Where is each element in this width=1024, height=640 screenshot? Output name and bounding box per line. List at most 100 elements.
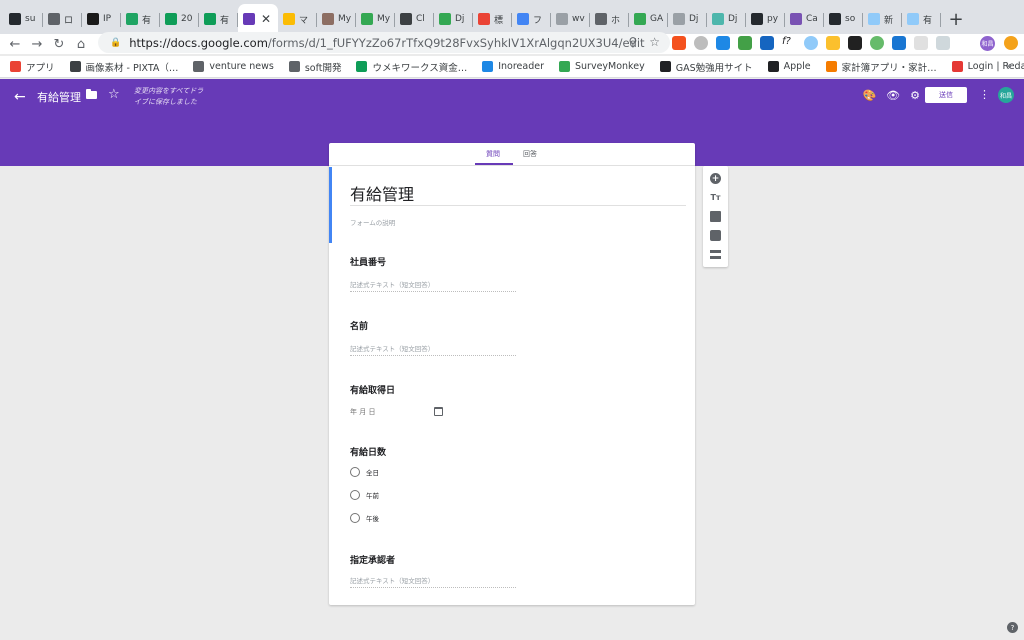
browser-tab[interactable]: Dj	[668, 4, 707, 34]
short-answer-field[interactable]: 記述式テキスト（短文回答）	[350, 343, 516, 356]
short-answer-field[interactable]: 記述式テキスト（短文回答）	[350, 279, 516, 292]
browser-tab[interactable]: 有	[902, 4, 941, 34]
question-name[interactable]: 名前 記述式テキスト（短文回答）	[350, 319, 516, 356]
bookmark-item[interactable]: SurveyMonkey	[558, 61, 645, 72]
browser-tab[interactable]: ✕	[238, 4, 278, 34]
browser-tab[interactable]: IP	[82, 4, 121, 34]
bookmark-label: 画像素材 - PIXTA（…	[85, 62, 179, 74]
settings-gear-icon[interactable]: ⚙	[910, 89, 920, 102]
question-leave-days[interactable]: 有給日数 全日 午前 午後	[350, 445, 386, 523]
browser-tab[interactable]: ホ	[590, 4, 629, 34]
extension-icon[interactable]	[914, 36, 928, 50]
browser-tab[interactable]: 有	[199, 4, 238, 34]
radio-button[interactable]	[350, 513, 360, 523]
browser-tab[interactable]: so	[824, 4, 863, 34]
browser-tab[interactable]: 20	[160, 4, 199, 34]
palette-icon[interactable]: 🎨	[862, 89, 876, 102]
send-button[interactable]: 送信	[925, 87, 967, 103]
close-tab-icon[interactable]: ✕	[261, 12, 271, 26]
date-field[interactable]: 年 月 日	[350, 407, 375, 417]
home-icon[interactable]: ⌂	[70, 37, 92, 52]
add-video-icon[interactable]	[710, 230, 721, 241]
back-icon[interactable]: ←	[4, 37, 26, 52]
browser-tab[interactable]: マ	[278, 4, 317, 34]
radio-option[interactable]: 午前	[350, 490, 379, 500]
tab-questions[interactable]: 質問	[486, 149, 500, 159]
preview-eye-icon[interactable]: 👁	[886, 89, 900, 102]
question-employee-number[interactable]: 社員番号 記述式テキスト（短文回答）	[350, 255, 516, 292]
question-leave-date[interactable]: 有給取得日 年 月 日	[350, 383, 443, 416]
extension-icon[interactable]	[760, 36, 774, 50]
extension-icon[interactable]	[672, 36, 686, 50]
bookmark-item[interactable]: Login | Redash	[951, 61, 1024, 72]
profile-avatar[interactable]: 和昌	[980, 36, 995, 51]
browser-tab[interactable]: GA	[629, 4, 668, 34]
browser-tab[interactable]: Dj	[434, 4, 473, 34]
form-title[interactable]: 有給管理	[350, 181, 414, 205]
bookmark-item[interactable]: 画像素材 - PIXTA（…	[69, 60, 179, 74]
short-answer-field[interactable]: 記述式テキスト（短文回答）	[350, 575, 516, 588]
calendar-icon[interactable]	[434, 407, 443, 416]
bookmark-item[interactable]: soft開発	[288, 60, 341, 74]
bookmark-item[interactable]: GAS勉強用サイト	[659, 60, 753, 74]
bookmark-item[interactable]: venture news	[193, 61, 274, 72]
zoom-icon[interactable]: ⚲	[628, 35, 637, 49]
browser-tab[interactable]: フ	[512, 4, 551, 34]
reload-icon[interactable]: ↻	[48, 37, 70, 52]
browser-tab[interactable]: My	[356, 4, 395, 34]
bookmark-item[interactable]: Inoreader	[482, 61, 544, 72]
form-description[interactable]: フォームの説明	[350, 217, 395, 227]
browser-tab[interactable]: Ca	[785, 4, 824, 34]
radio-button[interactable]	[350, 467, 360, 477]
star-icon[interactable]: ☆	[108, 87, 120, 102]
extension-icon[interactable]	[848, 36, 862, 50]
browser-tab[interactable]: py	[746, 4, 785, 34]
radio-option[interactable]: 午後	[350, 513, 379, 523]
bookmark-item[interactable]: Apple	[767, 61, 811, 72]
doc-icon	[673, 13, 685, 25]
bookmark-item[interactable]: ウメキワークス資金…	[356, 60, 467, 74]
browser-tab[interactable]: wv	[551, 4, 590, 34]
document-title[interactable]: 有給管理	[37, 89, 81, 105]
extension-icon[interactable]	[1004, 36, 1018, 50]
tab-responses[interactable]: 回答	[523, 149, 537, 159]
browser-tab[interactable]: 有	[121, 4, 160, 34]
extension-icon[interactable]	[694, 36, 708, 50]
green-circle-icon	[439, 13, 451, 25]
extension-icon[interactable]	[716, 36, 730, 50]
help-icon[interactable]: ?	[1007, 622, 1018, 633]
account-avatar[interactable]: 和昌	[998, 87, 1014, 103]
bookmark-item[interactable]: 家計簿アプリ・家計…	[825, 60, 937, 74]
extension-icon[interactable]	[892, 36, 906, 50]
cloud-icon[interactable]	[804, 36, 818, 50]
back-arrow-icon[interactable]: ←	[14, 89, 26, 105]
extension-icon[interactable]: f?	[782, 36, 796, 50]
add-image-icon[interactable]	[710, 211, 721, 222]
more-bookmarks-icon[interactable]: »	[1006, 61, 1012, 72]
browser-tab[interactable]: Cl	[395, 4, 434, 34]
browser-tab[interactable]: Dj	[707, 4, 746, 34]
folder-icon[interactable]	[86, 89, 97, 99]
extension-icon[interactable]	[826, 36, 840, 50]
address-bar[interactable]: 🔒 https://docs.google.com/forms/d/1_fUFY…	[98, 32, 670, 53]
forward-icon[interactable]: →	[26, 37, 48, 52]
browser-tab[interactable]: su	[4, 4, 43, 34]
bookmark-item[interactable]: アプリ	[10, 60, 55, 74]
clover-icon[interactable]	[870, 36, 884, 50]
add-section-icon[interactable]	[710, 250, 721, 259]
add-question-icon[interactable]: +	[710, 173, 721, 184]
browser-tab[interactable]: 新	[863, 4, 902, 34]
add-title-icon[interactable]: Tт	[710, 192, 721, 203]
browser-tab[interactable]: ロ	[43, 4, 82, 34]
extension-icon[interactable]	[936, 36, 950, 50]
form-title-section[interactable]: 有給管理 フォームの説明	[329, 167, 695, 243]
new-tab-icon[interactable]: +	[941, 4, 971, 34]
more-vert-icon[interactable]: ⋮	[979, 88, 990, 101]
question-approver[interactable]: 指定承認者 記述式テキスト（短文回答）	[350, 553, 516, 588]
browser-tab[interactable]: My	[317, 4, 356, 34]
browser-tab[interactable]: 標	[473, 4, 512, 34]
radio-button[interactable]	[350, 490, 360, 500]
extension-icon[interactable]	[738, 36, 752, 50]
bookmark-star-icon[interactable]: ☆	[649, 35, 660, 49]
radio-option[interactable]: 全日	[350, 467, 379, 477]
